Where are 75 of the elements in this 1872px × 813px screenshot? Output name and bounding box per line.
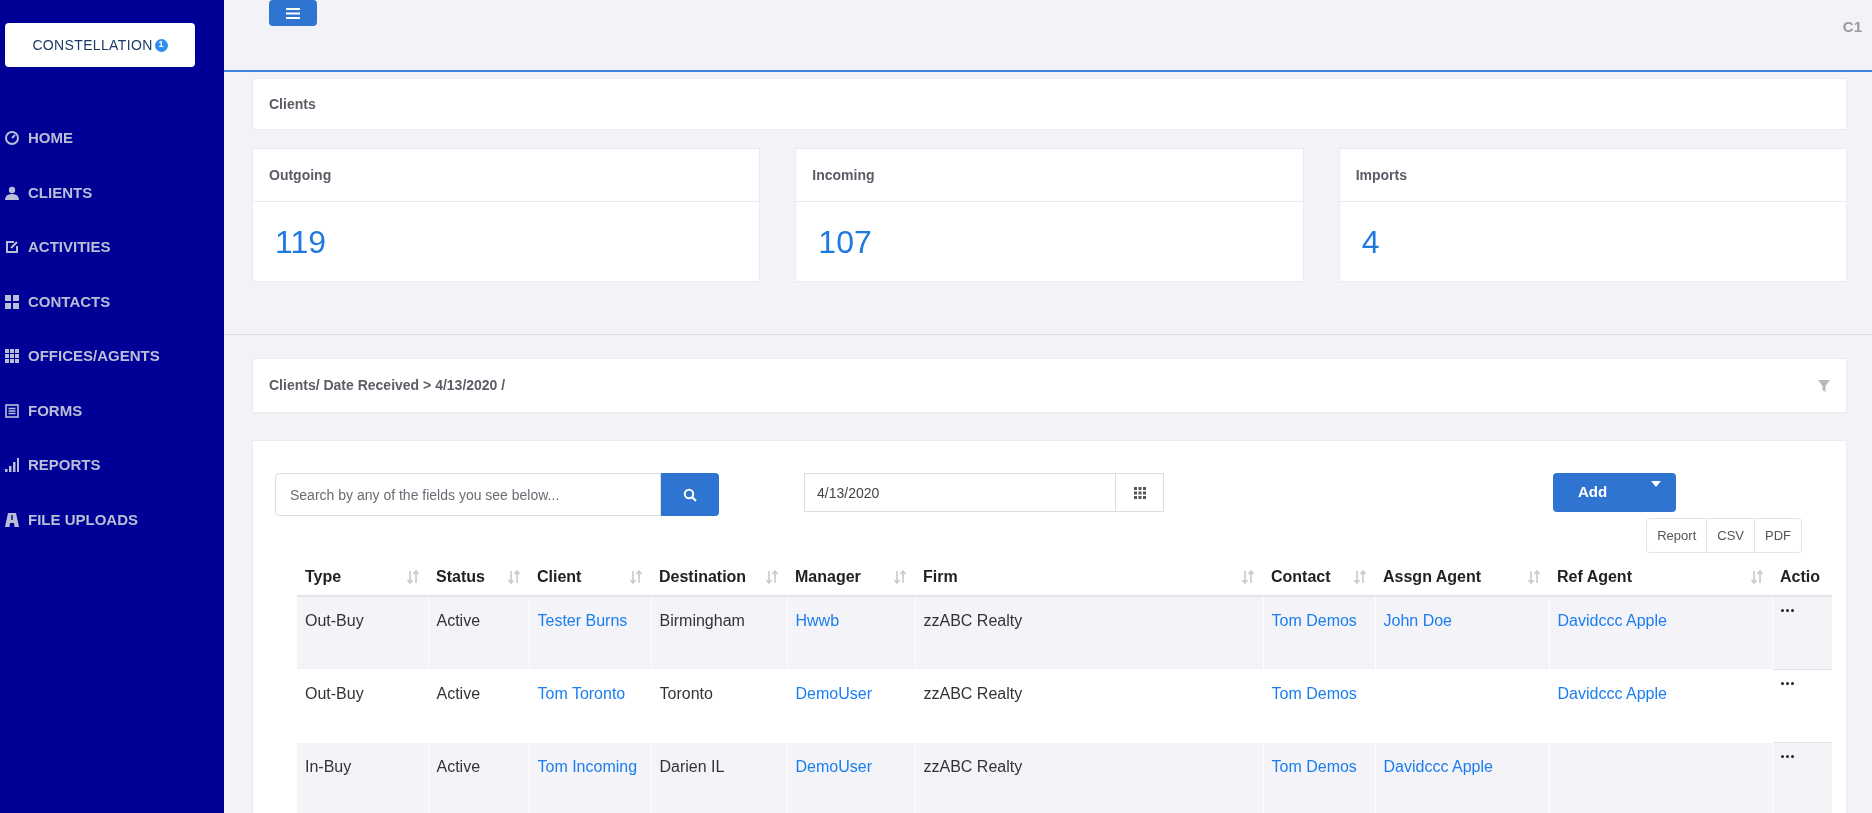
table-cell: Birmingham xyxy=(659,612,745,629)
menu-button[interactable] xyxy=(269,0,317,26)
search-field[interactable]: Search by any of the fields you see below... xyxy=(275,473,661,516)
more-icon[interactable] xyxy=(1780,754,1794,758)
sort-icon xyxy=(893,569,907,584)
search-icon xyxy=(683,487,697,502)
table-cell: In-Buy xyxy=(305,757,352,775)
gauge-icon xyxy=(5,131,19,146)
table-link[interactable]: Tom Demos xyxy=(1271,684,1357,702)
table-cell: Active xyxy=(436,757,481,775)
export-button[interactable]: PDF xyxy=(1754,519,1801,552)
more-icon[interactable] xyxy=(1780,609,1794,612)
grid-icon xyxy=(5,349,19,364)
stat-label: Incoming xyxy=(812,165,875,185)
table-link[interactable]: DemoUser xyxy=(795,757,872,775)
export-button[interactable]: Report xyxy=(1647,519,1707,552)
nav-item[interactable]: OFFICES/AGENTS xyxy=(0,329,224,384)
date-field[interactable]: 4/13/2020 xyxy=(804,473,1116,512)
nav-item[interactable]: CONTACTS xyxy=(0,274,224,329)
nav-item[interactable]: FILE UPLOADS xyxy=(0,492,224,547)
menu-icon xyxy=(286,7,300,19)
nav-item[interactable]: REPORTS xyxy=(0,438,224,493)
logo[interactable]: CONSTELLATION 1 xyxy=(5,23,195,67)
sort-icon xyxy=(507,569,521,584)
stat-value: 4 xyxy=(1361,222,1380,262)
table-cell: Toronto xyxy=(659,684,713,702)
table-link[interactable]: Davidccc Apple xyxy=(1383,757,1493,775)
export-button[interactable]: CSV xyxy=(1706,519,1754,552)
table-cell: Active xyxy=(436,612,481,629)
list-icon xyxy=(5,403,19,418)
table-cell: zzABC Realty xyxy=(923,757,1023,775)
caret-icon xyxy=(1651,481,1661,487)
sort-icon xyxy=(1353,569,1367,584)
table-link[interactable]: Davidccc Apple xyxy=(1557,612,1667,629)
calendar-button[interactable] xyxy=(1116,473,1164,512)
table-cell: Active xyxy=(436,684,481,702)
sort-icon xyxy=(1750,569,1764,584)
table-cell: Out-Buy xyxy=(305,684,364,702)
table-link[interactable]: Tom Toronto xyxy=(537,684,626,702)
sort-icon xyxy=(406,569,420,584)
nav-item[interactable]: ACTIVITIES xyxy=(0,220,224,275)
signal-bars-icon xyxy=(5,458,19,473)
table-cell: Out-Buy xyxy=(305,612,364,629)
add-button[interactable]: Add xyxy=(1553,473,1676,512)
table-link[interactable]: Tom Incoming xyxy=(537,757,638,775)
filter-path: Clients/ Date Received > 4/13/2020 / xyxy=(269,376,506,395)
road-icon xyxy=(5,512,19,527)
table-link[interactable]: Tester Burns xyxy=(537,612,628,629)
person-icon xyxy=(5,185,19,200)
table-link[interactable]: DemoUser xyxy=(795,684,872,702)
sort-icon xyxy=(1527,569,1541,584)
more-icon[interactable] xyxy=(1780,681,1794,685)
table-link[interactable]: John Doe xyxy=(1383,612,1452,629)
sort-icon xyxy=(629,569,643,584)
nav-item[interactable]: CLIENTS xyxy=(0,165,224,220)
grid-icon xyxy=(1133,486,1146,499)
stat-value: 107 xyxy=(818,222,872,262)
table-link[interactable]: Tom Demos xyxy=(1271,612,1357,629)
stat-label: Imports xyxy=(1355,165,1407,185)
table-cell: zzABC Realty xyxy=(923,612,1023,629)
table-link[interactable]: Davidccc Apple xyxy=(1557,684,1667,702)
table-link[interactable]: Tom Demos xyxy=(1271,757,1357,775)
table-cell: zzABC Realty xyxy=(923,684,1023,702)
nav-item[interactable]: HOME xyxy=(0,111,224,166)
stat-label: Outgoing xyxy=(269,165,332,185)
sort-icon xyxy=(1241,569,1255,584)
stat-value: 119 xyxy=(275,222,326,262)
table-cell: Darien IL xyxy=(659,757,725,775)
grid-icon xyxy=(5,294,19,309)
edit-icon xyxy=(5,240,19,255)
table-link[interactable]: Hwwb xyxy=(795,612,840,629)
nav-item[interactable]: FORMS xyxy=(0,383,224,438)
sort-icon xyxy=(765,569,779,584)
search-button[interactable] xyxy=(661,473,719,516)
page-title: Clients xyxy=(269,94,316,114)
